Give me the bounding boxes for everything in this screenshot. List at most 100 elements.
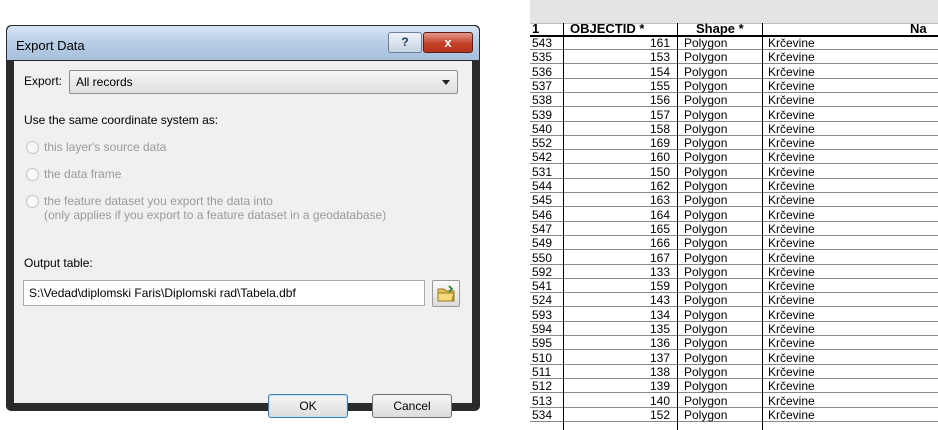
name-cell: Krčevine	[768, 179, 815, 193]
objectid-cell: 140	[649, 393, 670, 408]
objectid-cell: 169	[649, 136, 670, 151]
table-row[interactable]: 549 166 Polygon Krčevine	[530, 236, 938, 251]
row-index-cell: 539	[532, 107, 553, 122]
objectid-cell: 167	[649, 250, 670, 265]
table-row[interactable]: 538 156 Polygon Krčevine	[530, 93, 938, 108]
name-cell: Krčevine	[768, 322, 815, 336]
objectid-cell: 158	[649, 121, 670, 136]
ok-button[interactable]: OK	[268, 394, 348, 418]
objectid-cell: 133	[649, 264, 670, 279]
cancel-button[interactable]: Cancel	[372, 394, 452, 418]
table-row[interactable]: 535 153 Polygon Krčevine	[530, 50, 938, 65]
shape-cell: Polygon	[684, 64, 728, 79]
table-row[interactable]: 539 157 Polygon Krčevine	[530, 109, 938, 122]
output-table-input[interactable]: S:\Vedad\diplomski Faris\Diplomski rad\T…	[23, 280, 425, 306]
name-cell: Krčevine	[768, 64, 815, 79]
export-dropdown-value: All records	[76, 75, 133, 89]
help-button[interactable]: ?	[388, 32, 422, 53]
table-row[interactable]: 593 134 Polygon Krčevine	[530, 309, 938, 322]
name-cell: Krčevine	[768, 78, 815, 93]
header-name[interactable]: Na	[910, 23, 927, 35]
table-row[interactable]: 534 152 Polygon Krčevine	[530, 409, 938, 422]
name-cell: Krčevine	[768, 136, 815, 151]
browse-button[interactable]	[432, 280, 460, 307]
column-divider	[762, 23, 763, 430]
table-row[interactable]: 546 164 Polygon Krčevine	[530, 209, 938, 222]
radio-feature-dataset-label: the feature dataset you export the data …	[44, 194, 273, 208]
table-row[interactable]: 595 136 Polygon Krčevine	[530, 336, 938, 351]
row-index-cell: 536	[532, 64, 553, 79]
close-button[interactable]: x	[423, 32, 473, 53]
row-index-cell: 594	[532, 322, 553, 336]
row-index-cell: 541	[532, 279, 553, 294]
table-row[interactable]: 552 169 Polygon Krčevine	[530, 136, 938, 151]
name-cell: Krčevine	[768, 350, 815, 365]
objectid-cell: 154	[649, 64, 670, 79]
table-row[interactable]: 594 135 Polygon Krčevine	[530, 323, 938, 336]
row-index-cell: 535	[532, 50, 553, 65]
table-row[interactable]: 540 158 Polygon Krčevine	[530, 123, 938, 136]
dialog-title: Export Data	[16, 38, 85, 53]
table-row[interactable]: 543 161 Polygon Krčevine	[530, 37, 938, 50]
objectid-cell: 159	[649, 279, 670, 294]
header-shape[interactable]: Shape *	[696, 23, 744, 35]
table-row[interactable]: 547 165 Polygon Krčevine	[530, 223, 938, 236]
table-row[interactable]: 536 154 Polygon Krčevine	[530, 66, 938, 79]
shape-cell: Polygon	[684, 350, 728, 365]
table-row[interactable]: 531 150 Polygon Krčevine	[530, 166, 938, 179]
dialog-titlebar[interactable]: Export Data ? x	[7, 26, 479, 60]
shape-cell: Polygon	[684, 179, 728, 193]
radio-layer-source[interactable]	[26, 141, 39, 154]
objectid-cell: 160	[649, 150, 670, 165]
name-cell: Krčevine	[768, 264, 815, 279]
row-index-cell: 534	[532, 407, 553, 422]
objectid-cell: 152	[649, 407, 670, 422]
name-cell: Krčevine	[768, 379, 815, 394]
table-row[interactable]: 545 163 Polygon Krčevine	[530, 194, 938, 208]
shape-cell: Polygon	[684, 407, 728, 422]
radio-layer-source-label: this layer's source data	[44, 140, 167, 154]
shape-cell: Polygon	[684, 393, 728, 408]
name-cell: Krčevine	[768, 164, 815, 179]
objectid-cell: 155	[649, 78, 670, 93]
output-table-label: Output table:	[24, 256, 93, 270]
name-cell: Krčevine	[768, 236, 815, 251]
table-row[interactable]: 524 143 Polygon Krčevine	[530, 293, 938, 308]
name-cell: Krčevine	[768, 293, 815, 308]
table-header-row: 1 OBJECTID * Shape * Na	[530, 23, 938, 37]
name-cell: Krčevine	[768, 307, 815, 322]
row-index-cell: 552	[532, 136, 553, 151]
row-index-cell: 542	[532, 150, 553, 165]
row-index-cell: 537	[532, 78, 553, 93]
row-index-cell: 544	[532, 179, 553, 193]
table-row[interactable]: 510 137 Polygon Krčevine	[530, 352, 938, 365]
objectid-cell: 157	[649, 107, 670, 122]
table-row[interactable]: 513 140 Polygon Krčevine	[530, 395, 938, 408]
name-cell: Krčevine	[768, 221, 815, 236]
objectid-cell: 136	[649, 336, 670, 351]
export-dropdown[interactable]: All records	[69, 70, 458, 94]
table-row[interactable]: 544 162 Polygon Krčevine	[530, 180, 938, 193]
row-index-cell: 550	[532, 250, 553, 265]
table-row[interactable]: 512 139 Polygon Krčevine	[530, 379, 938, 394]
radio-data-frame[interactable]	[26, 168, 39, 181]
objectid-cell: 156	[649, 93, 670, 108]
table-row[interactable]: 537 155 Polygon Krčevine	[530, 80, 938, 93]
dialog-body: Export: All records Use the same coordin…	[14, 61, 472, 418]
row-index-cell: 546	[532, 207, 553, 222]
table-row[interactable]: 511 138 Polygon Krčevine	[530, 366, 938, 379]
objectid-cell: 164	[649, 207, 670, 222]
header-index[interactable]: 1	[532, 23, 539, 35]
header-objectid[interactable]: OBJECTID *	[570, 23, 644, 35]
table-row[interactable]: 542 160 Polygon Krčevine	[530, 150, 938, 165]
shape-cell: Polygon	[684, 107, 728, 122]
name-cell: Krčevine	[768, 121, 815, 136]
shape-cell: Polygon	[684, 221, 728, 236]
objectid-cell: 143	[649, 293, 670, 308]
radio-feature-dataset[interactable]	[26, 195, 39, 208]
table-row[interactable]: 592 133 Polygon Krčevine	[530, 266, 938, 279]
row-index-cell: 524	[532, 293, 553, 308]
table-row[interactable]: 550 167 Polygon Krčevine	[530, 252, 938, 265]
table-row[interactable]: 541 159 Polygon Krčevine	[530, 279, 938, 294]
shape-cell: Polygon	[684, 293, 728, 308]
